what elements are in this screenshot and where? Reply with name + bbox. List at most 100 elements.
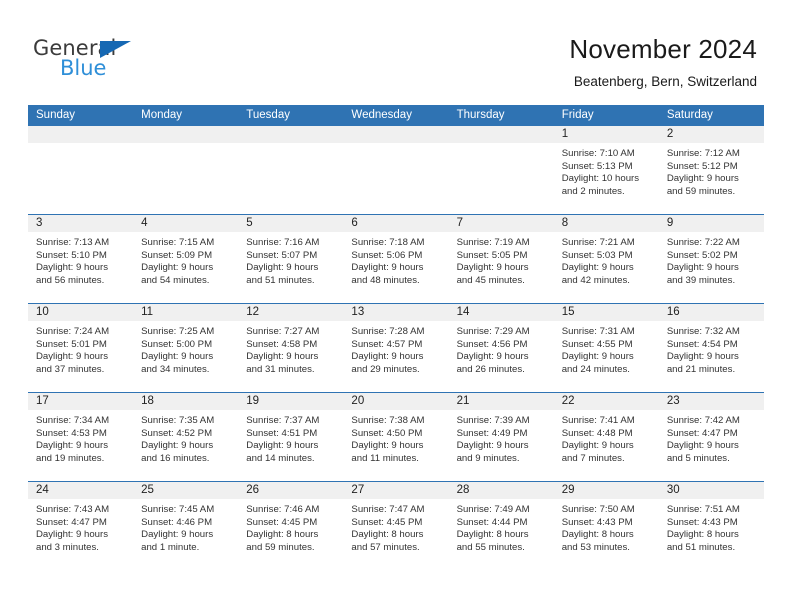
daylight-text-line2: and 37 minutes.	[36, 363, 105, 375]
calendar-day-cell[interactable]: 17 Sunrise: 7:34 AM Sunset: 4:53 PM Dayligh…	[28, 392, 134, 482]
day-details: Sunrise: 7:42 AM Sunset: 4:47 PM Daylight:…	[659, 410, 764, 465]
calendar-day-cell[interactable]: 24 Sunrise: 7:43 AM Sunset: 4:47 PM Dayligh…	[28, 481, 134, 570]
sunrise-text: Sunrise: 7:27 AM	[246, 326, 320, 337]
daylight-text-line2: and 54 minutes.	[141, 274, 210, 286]
sunset-text: Sunset: 5:10 PM	[36, 249, 107, 261]
calendar-page: General Blue November 2024 Beatenberg, B…	[0, 0, 792, 612]
calendar-week-row: 10 Sunrise: 7:24 AM Sunset: 5:01 PM Dayligh…	[28, 303, 764, 393]
daylight-text-line1: Daylight: 9 hours	[246, 440, 319, 452]
calendar-day-cell[interactable]: 11 Sunrise: 7:25 AM Sunset: 5:00 PM Dayligh…	[133, 303, 239, 393]
day-details: Sunrise: 7:41 AM Sunset: 4:48 PM Daylight:…	[554, 410, 659, 465]
daylight-text-line2: and 51 minutes.	[246, 274, 315, 286]
day-number: 3	[28, 215, 134, 232]
calendar-day-cell[interactable]: 29 Sunrise: 7:50 AM Sunset: 4:43 PM Dayligh…	[553, 481, 659, 570]
sunset-text: Sunset: 4:54 PM	[666, 338, 738, 350]
calendar-week-row: 17 Sunrise: 7:34 AM Sunset: 4:53 PM Dayligh…	[28, 392, 764, 482]
weekday-header-wednesday: Wednesday	[343, 105, 449, 126]
calendar-day-inner: 21 Sunrise: 7:39 AM Sunset: 4:49 PM Dayligh…	[448, 393, 554, 481]
day-number: 29	[553, 482, 659, 499]
day-number: 12	[238, 304, 344, 321]
calendar-day-cell-empty	[238, 126, 344, 215]
day-details: Sunrise: 7:29 AM Sunset: 4:56 PM Daylight:…	[449, 321, 554, 376]
day-details: Sunrise: 7:38 AM Sunset: 4:50 PM Daylight:…	[343, 410, 448, 465]
calendar-day-cell[interactable]: 7 Sunrise: 7:19 AM Sunset: 5:05 PM Daylight…	[448, 214, 554, 304]
calendar-week-row: 24 Sunrise: 7:43 AM Sunset: 4:47 PM Dayligh…	[28, 481, 764, 570]
calendar-body: 1 Sunrise: 7:10 AM Sunset: 5:13 PM Daylight…	[28, 126, 764, 570]
daylight-text-line2: and 39 minutes.	[666, 274, 736, 286]
calendar-day-cell[interactable]: 12 Sunrise: 7:27 AM Sunset: 4:58 PM Dayligh…	[238, 303, 344, 393]
daylight-text-line1: Daylight: 9 hours	[351, 440, 424, 452]
day-details: Sunrise: 7:46 AM Sunset: 4:45 PM Daylight:…	[238, 499, 343, 554]
day-number	[133, 126, 239, 143]
sunset-text: Sunset: 5:03 PM	[561, 249, 633, 261]
calendar-day-cell[interactable]: 6 Sunrise: 7:18 AM Sunset: 5:06 PM Daylight…	[343, 214, 449, 304]
day-details: Sunrise: 7:49 AM Sunset: 4:44 PM Daylight:…	[449, 499, 554, 554]
day-details: Sunrise: 7:43 AM Sunset: 4:47 PM Daylight:…	[28, 499, 133, 554]
daylight-text-line2: and 7 minutes.	[561, 452, 625, 464]
calendar-day-cell[interactable]: 4 Sunrise: 7:15 AM Sunset: 5:09 PM Daylight…	[133, 214, 239, 304]
day-number: 10	[28, 304, 134, 321]
calendar-day-cell[interactable]: 26 Sunrise: 7:46 AM Sunset: 4:45 PM Dayligh…	[238, 481, 344, 570]
day-details: Sunrise: 7:22 AM Sunset: 5:02 PM Daylight:…	[659, 232, 764, 287]
day-number: 2	[658, 126, 764, 143]
calendar-day-cell[interactable]: 15 Sunrise: 7:31 AM Sunset: 4:55 PM Dayligh…	[553, 303, 659, 393]
calendar-day-cell[interactable]: 16 Sunrise: 7:32 AM Sunset: 4:54 PM Dayligh…	[658, 303, 764, 393]
calendar-day-inner	[28, 126, 134, 214]
sunrise-text: Sunrise: 7:29 AM	[456, 326, 530, 337]
day-number: 21	[448, 393, 554, 410]
daylight-text-line1: Daylight: 9 hours	[456, 440, 529, 452]
calendar-week-row: 1 Sunrise: 7:10 AM Sunset: 5:13 PM Daylight…	[28, 126, 764, 215]
daylight-text-line2: and 45 minutes.	[456, 274, 525, 286]
calendar-day-inner: 15 Sunrise: 7:31 AM Sunset: 4:55 PM Dayligh…	[553, 304, 659, 392]
calendar-day-cell[interactable]: 20 Sunrise: 7:38 AM Sunset: 4:50 PM Dayligh…	[343, 392, 449, 482]
day-details: Sunrise: 7:45 AM Sunset: 4:46 PM Daylight:…	[133, 499, 238, 554]
day-details: Sunrise: 7:50 AM Sunset: 4:43 PM Daylight:…	[554, 499, 659, 554]
weekday-header-monday: Monday	[133, 105, 239, 126]
calendar-day-cell[interactable]: 18 Sunrise: 7:35 AM Sunset: 4:52 PM Dayligh…	[133, 392, 239, 482]
calendar-day-cell[interactable]: 19 Sunrise: 7:37 AM Sunset: 4:51 PM Dayligh…	[238, 392, 344, 482]
day-number: 17	[28, 393, 134, 410]
day-details: Sunrise: 7:27 AM Sunset: 4:58 PM Daylight:…	[238, 321, 343, 376]
calendar-day-inner: 11 Sunrise: 7:25 AM Sunset: 5:00 PM Dayligh…	[133, 304, 239, 392]
sunset-text: Sunset: 4:47 PM	[666, 427, 738, 439]
daylight-text-line2: and 21 minutes.	[666, 363, 736, 375]
calendar-day-cell[interactable]: 22 Sunrise: 7:41 AM Sunset: 4:48 PM Dayligh…	[553, 392, 659, 482]
calendar-day-inner: 13 Sunrise: 7:28 AM Sunset: 4:57 PM Dayligh…	[343, 304, 449, 392]
calendar-day-cell[interactable]: 30 Sunrise: 7:51 AM Sunset: 4:43 PM Dayligh…	[658, 481, 764, 570]
calendar-day-cell[interactable]: 21 Sunrise: 7:39 AM Sunset: 4:49 PM Dayligh…	[448, 392, 554, 482]
calendar-day-cell[interactable]: 27 Sunrise: 7:47 AM Sunset: 4:45 PM Dayligh…	[343, 481, 449, 570]
calendar-day-cell[interactable]: 8 Sunrise: 7:21 AM Sunset: 5:03 PM Daylight…	[553, 214, 659, 304]
sunrise-text: Sunrise: 7:45 AM	[141, 504, 215, 515]
calendar-day-cell[interactable]: 3 Sunrise: 7:13 AM Sunset: 5:10 PM Daylight…	[28, 214, 134, 304]
sunrise-text: Sunrise: 7:49 AM	[456, 504, 530, 515]
daylight-text-line1: Daylight: 9 hours	[666, 440, 739, 452]
calendar-day-inner: 28 Sunrise: 7:49 AM Sunset: 4:44 PM Dayligh…	[448, 482, 554, 570]
daylight-text-line2: and 55 minutes.	[456, 541, 525, 553]
sunrise-text: Sunrise: 7:24 AM	[36, 326, 110, 337]
day-details: Sunrise: 7:31 AM Sunset: 4:55 PM Daylight:…	[554, 321, 659, 376]
daylight-text-line1: Daylight: 8 hours	[351, 529, 424, 541]
calendar-day-cell[interactable]: 9 Sunrise: 7:22 AM Sunset: 5:02 PM Daylight…	[658, 214, 764, 304]
daylight-text-line1: Daylight: 9 hours	[351, 351, 424, 363]
day-number: 24	[28, 482, 134, 499]
calendar-day-cell[interactable]: 25 Sunrise: 7:45 AM Sunset: 4:46 PM Dayligh…	[133, 481, 239, 570]
day-number: 11	[133, 304, 239, 321]
sunset-text: Sunset: 4:46 PM	[141, 516, 213, 528]
calendar-day-cell[interactable]: 14 Sunrise: 7:29 AM Sunset: 4:56 PM Dayligh…	[448, 303, 554, 393]
day-details: Sunrise: 7:35 AM Sunset: 4:52 PM Daylight:…	[133, 410, 238, 465]
calendar-day-cell[interactable]: 28 Sunrise: 7:49 AM Sunset: 4:44 PM Dayligh…	[448, 481, 554, 570]
sunrise-text: Sunrise: 7:42 AM	[666, 415, 740, 426]
day-details: Sunrise: 7:21 AM Sunset: 5:03 PM Daylight:…	[554, 232, 659, 287]
calendar-day-cell[interactable]: 1 Sunrise: 7:10 AM Sunset: 5:13 PM Daylight…	[553, 126, 659, 215]
daylight-text-line1: Daylight: 9 hours	[561, 262, 634, 274]
calendar-day-cell[interactable]: 2 Sunrise: 7:12 AM Sunset: 5:12 PM Daylight…	[658, 126, 764, 215]
calendar-day-cell[interactable]: 5 Sunrise: 7:16 AM Sunset: 5:07 PM Daylight…	[238, 214, 344, 304]
day-number: 20	[343, 393, 449, 410]
calendar-day-cell[interactable]: 10 Sunrise: 7:24 AM Sunset: 5:01 PM Dayligh…	[28, 303, 134, 393]
calendar-day-cell[interactable]: 23 Sunrise: 7:42 AM Sunset: 4:47 PM Dayligh…	[658, 392, 764, 482]
page-title: November 2024	[569, 34, 757, 64]
location-subtitle: Beatenberg, Bern, Switzerland	[573, 74, 757, 89]
calendar-day-cell[interactable]: 13 Sunrise: 7:28 AM Sunset: 4:57 PM Dayligh…	[343, 303, 449, 393]
day-number: 19	[238, 393, 344, 410]
day-number: 8	[553, 215, 659, 232]
